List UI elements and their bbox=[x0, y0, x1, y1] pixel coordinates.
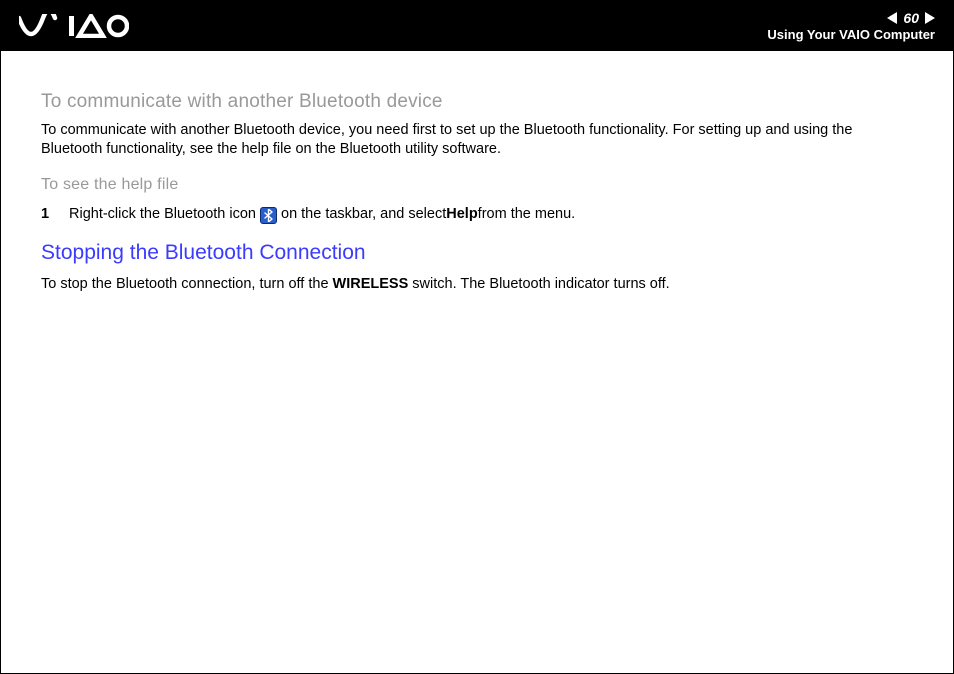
p2-post: switch. The Bluetooth indicator turns of… bbox=[408, 276, 669, 292]
step-text-bold: Help bbox=[446, 205, 477, 225]
step-text-pre: Right-click the Bluetooth icon bbox=[69, 205, 256, 225]
step-text-mid: on the taskbar, and select bbox=[281, 205, 446, 225]
heading-stopping: Stopping the Bluetooth Connection bbox=[41, 239, 913, 267]
section-title: Using Your VAIO Computer bbox=[767, 27, 935, 42]
heading-communicate: To communicate with another Bluetooth de… bbox=[41, 89, 913, 115]
p2-pre: To stop the Bluetooth connection, turn o… bbox=[41, 276, 333, 292]
heading-help-file: To see the help file bbox=[41, 174, 913, 196]
page-number: 60 bbox=[901, 11, 921, 25]
next-page-arrow-icon[interactable] bbox=[925, 12, 935, 24]
step-text: Right-click the Bluetooth icon on the ta… bbox=[69, 205, 575, 225]
step-text-post: from the menu. bbox=[478, 205, 576, 225]
header-right: 60 Using Your VAIO Computer bbox=[767, 11, 935, 42]
p2-bold: WIRELESS bbox=[333, 276, 409, 292]
bluetooth-icon bbox=[260, 207, 277, 224]
page-navigation: 60 bbox=[767, 11, 935, 25]
prev-page-arrow-icon[interactable] bbox=[887, 12, 897, 24]
paragraph-stopping: To stop the Bluetooth connection, turn o… bbox=[41, 275, 913, 295]
vaio-logo bbox=[19, 1, 129, 51]
step-number: 1 bbox=[41, 205, 55, 225]
page-content: To communicate with another Bluetooth de… bbox=[1, 51, 953, 295]
paragraph-communicate: To communicate with another Bluetooth de… bbox=[41, 121, 913, 160]
step-row: 1 Right-click the Bluetooth icon on the … bbox=[41, 205, 913, 225]
page-header: 60 Using Your VAIO Computer bbox=[1, 1, 953, 51]
